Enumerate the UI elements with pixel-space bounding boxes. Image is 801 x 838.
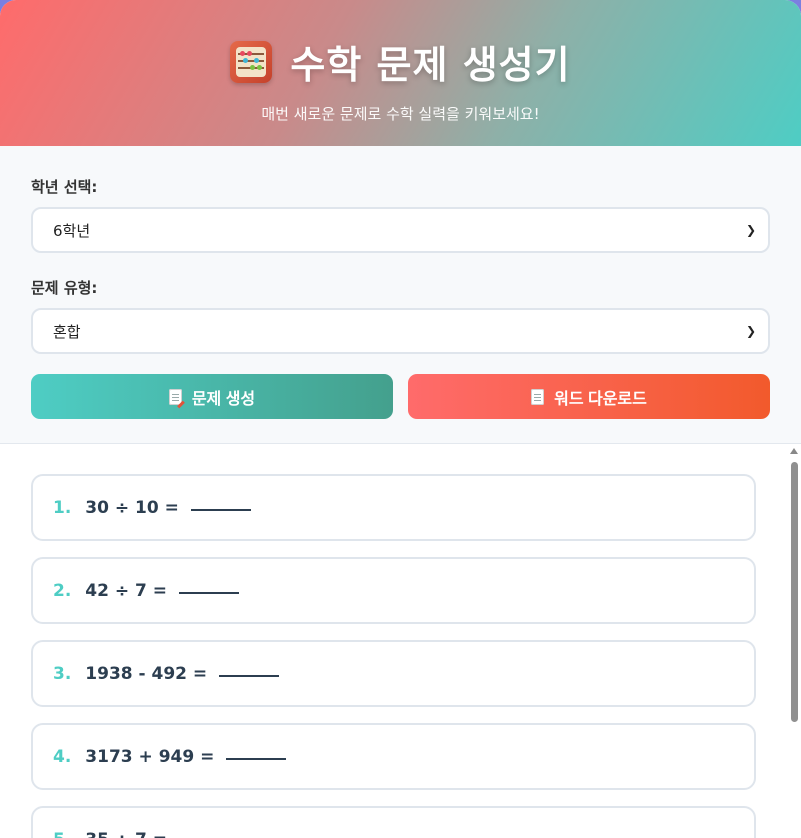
memo-icon — [168, 388, 182, 405]
problem-list: 1. 30 ÷ 10 = 2. 42 ÷ 7 = 3. 1938 - 492 =… — [0, 444, 801, 838]
problem-expression: 3173 + 949 = — [85, 746, 215, 767]
problem-item: 1. 30 ÷ 10 = — [31, 474, 756, 541]
answer-blank — [226, 757, 287, 760]
problem-list-scrollbar[interactable] — [787, 444, 801, 838]
problem-number: 1. — [53, 497, 72, 518]
answer-blank — [190, 508, 251, 511]
problem-item: 4. 3173 + 949 = — [31, 723, 756, 790]
controls-panel: 학년 선택: 6학년 ❯ 문제 유형: 혼합 ❯ 문제 생성 워드 다운로드 — [0, 146, 801, 444]
grade-select[interactable]: 6학년 ❯ — [31, 207, 770, 253]
chevron-down-icon: ❯ — [745, 324, 756, 338]
problem-item: 2. 42 ÷ 7 = — [31, 557, 756, 624]
problem-expression: 1938 - 492 = — [85, 663, 208, 684]
answer-blank — [179, 591, 240, 594]
action-buttons: 문제 생성 워드 다운로드 — [31, 374, 770, 419]
problem-number: 5. — [53, 830, 71, 838]
grade-label: 학년 선택: — [31, 178, 98, 196]
scroll-thumb[interactable] — [791, 462, 798, 722]
page-title: 수학 문제 생성기 — [290, 43, 571, 87]
answer-blank — [219, 674, 280, 677]
abacus-icon — [230, 40, 273, 83]
title-row: 수학 문제 생성기 — [0, 34, 801, 89]
problem-expression: 35 ÷ 7 = — [85, 830, 167, 838]
problem-number: 3. — [53, 663, 72, 684]
generate-button-label: 문제 생성 — [191, 390, 256, 408]
grade-select-value: 6학년 — [53, 221, 91, 240]
document-icon — [531, 388, 545, 405]
type-select[interactable]: 혼합 ❯ — [31, 308, 770, 354]
page-subtitle: 매번 새로운 문제로 수학 실력을 키워보세요! — [261, 105, 540, 123]
app-window: 수학 문제 생성기 매번 새로운 문제로 수학 실력을 키워보세요! 학년 선택… — [0, 0, 801, 838]
type-label: 문제 유형: — [31, 279, 98, 297]
problem-item: 3. 1938 - 492 = — [31, 640, 756, 707]
header: 수학 문제 생성기 매번 새로운 문제로 수학 실력을 키워보세요! — [0, 0, 801, 146]
problem-expression: 42 ÷ 7 = — [85, 580, 168, 601]
download-button-label: 워드 다운로드 — [554, 390, 647, 408]
download-word-button[interactable]: 워드 다운로드 — [408, 374, 770, 419]
problem-expression: 30 ÷ 10 = — [85, 497, 179, 518]
generate-button[interactable]: 문제 생성 — [31, 374, 393, 419]
problem-number: 2. — [53, 580, 72, 601]
chevron-down-icon: ❯ — [745, 223, 756, 237]
problem-number: 4. — [53, 746, 72, 767]
scroll-up-arrow-icon[interactable] — [790, 448, 798, 454]
type-select-value: 혼합 — [53, 322, 81, 341]
problem-item: 5. 35 ÷ 7 = — [31, 806, 756, 838]
